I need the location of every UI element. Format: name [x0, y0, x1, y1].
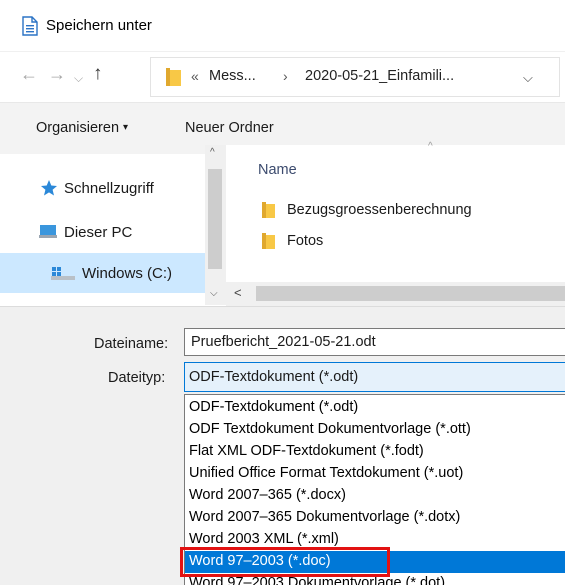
breadcrumb-item[interactable]: Mess... [209, 68, 256, 84]
scroll-left-icon[interactable]: < [234, 285, 242, 300]
caret-down-icon: ▾ [123, 122, 129, 133]
navpane-item-quick-access[interactable]: Schnellzugriff [40, 170, 154, 206]
file-name: Bezugsgroessenberechnung [287, 202, 472, 218]
vertical-scrollbar[interactable]: ^ ⌵ [205, 145, 226, 305]
file-name: Fotos [287, 233, 324, 249]
breadcrumb-item[interactable]: 2020-05-21_Einfamili... [305, 68, 454, 84]
chevron-right-icon[interactable]: › [283, 68, 288, 84]
arrow-right-icon[interactable]: → [48, 64, 66, 84]
list-item[interactable]: Fotos [262, 230, 323, 252]
filetype-option[interactable]: Flat XML ODF-Textdokument (*.fodt) [185, 441, 565, 463]
navigation-row: ← → ⌵ ↑ « Mess... › 2020-05-21_Einfamili… [0, 52, 565, 102]
filetype-option[interactable]: Unified Office Format Textdokument (*.uo… [185, 463, 565, 485]
navpane-label: Windows (C:) [82, 264, 173, 282]
save-document-icon [22, 16, 38, 36]
chevron-down-icon[interactable]: ⌵ [523, 70, 533, 86]
new-folder-button[interactable]: Neuer Ordner [185, 120, 274, 136]
scrollbar-thumb[interactable] [256, 286, 565, 301]
navpane-item-windows-drive[interactable]: Windows (C:) [0, 253, 205, 293]
chevron-down-icon[interactable]: ⌵ [74, 68, 83, 88]
arrow-up-icon[interactable]: ↑ [93, 64, 103, 84]
organize-button[interactable]: Organisieren ▾ [36, 120, 128, 136]
address-bar[interactable]: « Mess... › 2020-05-21_Einfamili... ⌵ [150, 57, 560, 97]
organize-label: Organisieren [36, 120, 120, 136]
filetype-option[interactable]: ODF Textdokument Dokumentvorlage (*.ott) [185, 419, 565, 441]
filetype-option[interactable]: Word 2007–365 Dokumentvorlage (*.dotx) [185, 507, 565, 529]
computer-icon [39, 225, 57, 238]
file-list: ^ Name Bezugsgroessenberechnung Fotos [226, 141, 565, 282]
horizontal-scrollbar[interactable]: < [226, 282, 565, 306]
filename-input[interactable]: Pruefbericht_2021-05-21.odt [184, 328, 565, 356]
title-bar: Speichern unter [0, 0, 565, 52]
column-header-name[interactable]: Name [258, 162, 297, 178]
sort-indicator-icon: ^ [428, 141, 433, 152]
breadcrumb-overflow[interactable]: « [191, 68, 199, 84]
list-item[interactable]: Bezugsgroessenberechnung [262, 199, 472, 221]
filetype-select[interactable]: ODF-Textdokument (*.odt) [184, 362, 565, 392]
filetype-option[interactable]: Word 2007–365 (*.docx) [185, 485, 565, 507]
scroll-up-icon[interactable]: ^ [210, 147, 215, 158]
folder-icon [262, 202, 275, 218]
arrow-left-icon[interactable]: ← [20, 64, 38, 84]
star-icon [41, 180, 57, 196]
filename-label: Dateiname: [94, 336, 169, 352]
filetype-label: Dateityp: [108, 370, 166, 386]
annotation-highlight-box [180, 547, 390, 577]
drive-icon [51, 267, 75, 280]
scroll-down-icon[interactable]: ⌵ [210, 288, 218, 299]
navpane-label: Schnellzugriff [64, 179, 154, 197]
folder-icon [262, 233, 275, 249]
navpane-label: Dieser PC [64, 223, 133, 241]
folder-icon [166, 68, 181, 86]
filetype-option[interactable]: ODF-Textdokument (*.odt) [185, 397, 565, 419]
navpane-item-this-pc[interactable]: Dieser PC [38, 214, 132, 250]
window-title: Speichern unter [46, 17, 152, 34]
scrollbar-thumb[interactable] [208, 169, 222, 269]
